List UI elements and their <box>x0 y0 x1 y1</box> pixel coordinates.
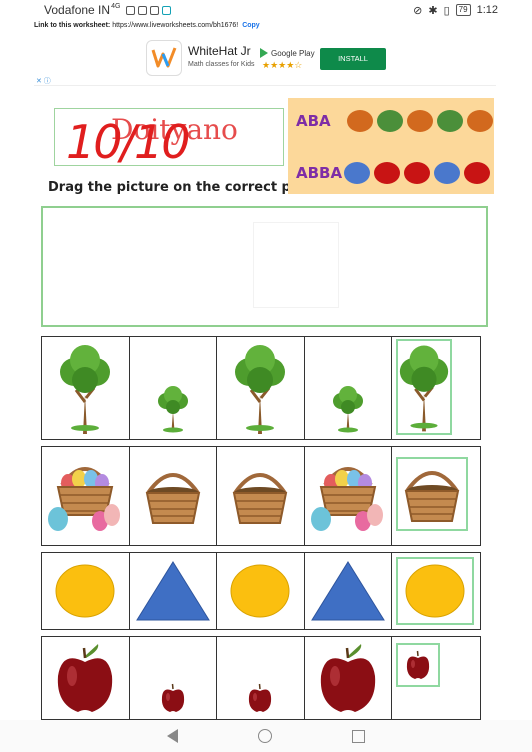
egg-basket-icon <box>309 447 387 545</box>
worksheet-link-bar: Link to this worksheet: https://www.live… <box>34 20 260 32</box>
big-apple-icon <box>317 637 379 719</box>
ad-tagline: Math classes for Kids <box>188 61 255 68</box>
score-mark: 10/10 <box>66 115 191 169</box>
big-tree-icon[interactable] <box>396 339 452 435</box>
shapes-cell <box>42 553 130 629</box>
bluetooth-icon: ✱ <box>428 4 438 17</box>
baskets-cell <box>42 447 130 545</box>
shapes-cell <box>217 553 305 629</box>
big-tree-icon <box>231 337 289 439</box>
big-apple-icon <box>54 637 116 719</box>
yellow-circle-icon <box>229 553 291 629</box>
pattern-dot <box>374 162 401 184</box>
pattern-abba: ABBA <box>296 162 491 184</box>
small-tree-icon <box>156 337 190 439</box>
yellow-circle-icon <box>54 553 116 629</box>
apples-cell <box>217 637 305 719</box>
install-button[interactable]: INSTALL <box>320 48 386 70</box>
clock: 1:12 <box>476 4 498 16</box>
baskets-cell <box>305 447 393 545</box>
link-label: Link to this worksheet: <box>34 22 111 29</box>
tray-slot <box>253 222 339 308</box>
picture-tray[interactable] <box>41 206 488 327</box>
worksheet: Doityano 10/10 Drag the picture on the c… <box>0 90 532 720</box>
recent-apps-icon[interactable] <box>352 729 365 743</box>
apples-cell <box>130 637 218 719</box>
small-apple-icon[interactable] <box>396 643 440 687</box>
pattern-dot <box>406 110 433 132</box>
pattern-dot <box>466 110 493 132</box>
blue-triangle-icon <box>310 553 386 629</box>
notification-icons <box>126 5 172 15</box>
small-apple-icon <box>247 637 273 719</box>
trees-row <box>41 336 481 440</box>
back-icon[interactable] <box>167 729 178 743</box>
apples-cell <box>305 637 393 719</box>
video-icon <box>126 5 136 15</box>
ad-choices-icon[interactable]: ✕ ⓘ <box>36 76 51 86</box>
pattern-dot <box>436 110 463 132</box>
pattern-dot <box>404 162 431 184</box>
small-tree-icon <box>331 337 365 439</box>
alarm-icon: ⊘ <box>413 4 423 17</box>
rating-stars: ★★★★☆ <box>262 60 303 70</box>
apples-row <box>41 636 481 720</box>
pattern-legend: ABA ABBA <box>288 98 494 194</box>
egg-basket-icon <box>46 447 124 545</box>
message-icon <box>138 5 148 15</box>
empty-basket-icon <box>140 447 206 545</box>
home-icon[interactable] <box>258 729 272 743</box>
pattern-dot <box>434 162 461 184</box>
instruction-text: Drag the picture on the correct place <box>48 180 321 195</box>
pattern-dot <box>344 162 371 184</box>
shapes-cell[interactable] <box>392 553 480 629</box>
pattern-dot <box>346 110 373 132</box>
pattern-aba: ABA <box>296 110 493 132</box>
link-url[interactable]: https://www.liveworksheets.com/bh1676! <box>112 22 238 29</box>
trees-cell <box>130 337 218 439</box>
apples-cell <box>42 637 130 719</box>
whitehat-logo-icon <box>146 40 182 76</box>
android-nav-bar <box>0 720 532 752</box>
small-apple-icon <box>160 637 186 719</box>
blue-triangle-icon <box>135 553 211 629</box>
status-right: ⊘ ✱ ▯ 79 1:12 <box>413 4 498 17</box>
trees-cell <box>217 337 305 439</box>
ad-banner[interactable]: WhiteHat Jr Math classes for Kids Google… <box>34 34 496 86</box>
vibrate-icon: ▯ <box>443 4 450 17</box>
google-play-badge: Google Play <box>260 48 315 58</box>
big-tree-icon <box>56 337 114 439</box>
apples-cell[interactable] <box>392 637 480 719</box>
yellow-circle-icon[interactable] <box>396 557 474 625</box>
trees-cell <box>305 337 393 439</box>
pattern-dot <box>376 110 403 132</box>
shapes-cell <box>130 553 218 629</box>
shapes-cell <box>305 553 393 629</box>
baskets-cell <box>217 447 305 545</box>
empty-basket-icon[interactable] <box>396 457 468 531</box>
pattern-dot <box>464 162 491 184</box>
battery-icon: 79 <box>455 4 471 16</box>
baskets-cell <box>130 447 218 545</box>
empty-basket-icon <box>227 447 293 545</box>
status-bar: Vodafone IN4G ⊘ ✱ ▯ 79 1:12 <box>0 0 532 20</box>
play-store-icon <box>260 48 268 58</box>
phone-screen: Vodafone IN4G ⊘ ✱ ▯ 79 1:12 Link to this… <box>0 0 532 752</box>
baskets-cell[interactable] <box>392 447 480 545</box>
ad-app-name: WhiteHat Jr <box>188 44 251 58</box>
trees-cell[interactable] <box>392 337 480 439</box>
copy-link-button[interactable]: Copy <box>242 22 260 29</box>
carrier-label: Vodafone IN4G <box>44 3 121 17</box>
baskets-row <box>41 446 481 546</box>
trees-cell <box>42 337 130 439</box>
app-icon <box>162 5 172 15</box>
shapes-row <box>41 552 481 630</box>
calendar-icon <box>150 5 160 15</box>
